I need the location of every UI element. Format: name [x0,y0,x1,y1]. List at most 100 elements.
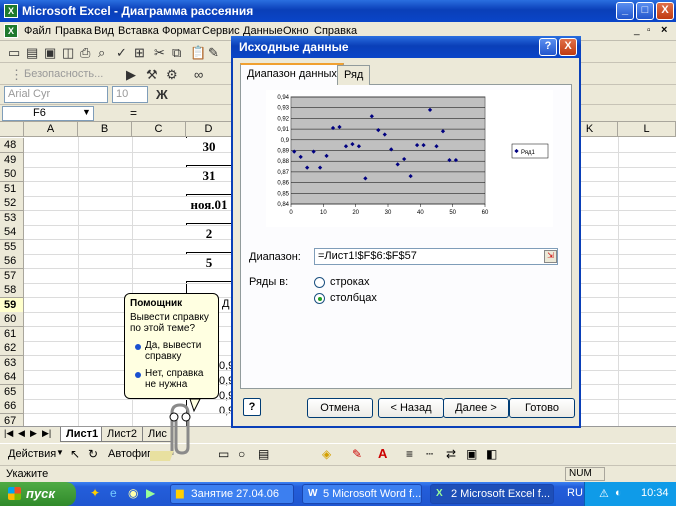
row-header[interactable]: 66 [0,399,24,414]
research-icon[interactable]: ⊞ [134,45,145,61]
taskbar-item[interactable]: 2 Microsoft Excel f... [430,484,554,504]
shadow-icon[interactable]: ▣ [466,447,477,461]
language-indicator[interactable]: RU [567,487,583,499]
row-header[interactable]: 54 [0,225,24,240]
antivirus-icon[interactable]: ⚠ [599,487,609,500]
help-icon[interactable]: ? [243,398,261,416]
3d-icon[interactable]: ◧ [486,447,497,461]
next-button[interactable]: Далее > [443,398,509,418]
cancel-button[interactable]: Отмена [307,398,373,418]
name-box[interactable]: F6 [2,106,94,121]
font-color-icon[interactable]: A [378,446,387,461]
dialog-help-button[interactable]: ? [539,38,557,56]
maximize-button[interactable]: □ [636,2,654,20]
row-header[interactable]: 53 [0,210,24,226]
preview-icon[interactable]: ⌕ [98,45,105,61]
format-painter-icon[interactable]: ✎ [208,45,219,61]
vba-editor-icon[interactable]: ⚙ [166,67,178,83]
radio-rows[interactable] [314,277,325,288]
finish-button[interactable]: Готово [509,398,575,418]
assistant-option-no[interactable]: Нет, справка не нужна [145,368,215,390]
row-header[interactable]: 67 [0,413,24,426]
menu-format[interactable]: Формат [162,25,201,37]
permission-icon[interactable]: ◫ [62,45,74,61]
security-button[interactable]: Безопасность... [24,68,103,80]
draw-actions-button[interactable]: Действия [8,448,56,460]
column-header-l[interactable]: L [618,122,676,137]
tab-data-range[interactable]: Диапазон данных [240,63,344,85]
desktop-icon[interactable]: ◉ [128,486,138,500]
menu-insert[interactable]: Вставка [118,25,159,37]
rectangle-icon[interactable]: ▭ [218,447,229,461]
workbook-icon[interactable]: X [4,24,18,38]
menu-file[interactable]: Файл [24,25,51,37]
column-header-d[interactable]: D [186,122,232,137]
back-button[interactable]: < Назад [378,398,444,418]
ie-icon[interactable]: e [110,486,117,500]
save-icon[interactable]: ▣ [44,45,56,61]
row-header[interactable]: 60 [0,312,24,327]
row-header[interactable]: 51 [0,181,24,197]
minimize-button[interactable]: _ [616,2,634,20]
arrow-style-icon[interactable]: ⇄ [446,447,456,461]
dash-style-icon[interactable]: ┄ [426,447,433,461]
row-header[interactable]: 49 [0,152,24,168]
paste-icon[interactable]: 📋 [190,45,206,61]
taskbar-item[interactable]: 5 Microsoft Word f... [302,484,422,504]
line-style-icon[interactable]: ≡ [406,447,413,461]
select-all-corner[interactable] [0,122,24,137]
column-header-c[interactable]: C [132,122,186,137]
range-input[interactable]: =Лист1!$F$6:$F$57 [314,248,558,265]
copy-icon[interactable]: ⧉ [172,45,181,61]
oval-icon[interactable]: ○ [238,447,245,461]
open-icon[interactable]: ▤ [26,45,38,61]
option-columns-label[interactable]: столбцах [330,292,377,304]
sheet-tab-2[interactable]: Лист2 [101,427,144,442]
first-sheet-icon[interactable]: |◀ [4,428,13,439]
row-header[interactable]: 65 [0,384,24,400]
cut-icon[interactable]: ✂ [154,45,165,61]
chevron-down-icon[interactable]: ▼ [56,448,64,457]
macro-record-icon[interactable]: ⚒ [146,67,158,83]
row-header[interactable]: 56 [0,254,24,269]
row-header[interactable]: 52 [0,196,24,211]
sheet-tab-1[interactable]: Лист1 [60,427,105,442]
next-sheet-icon[interactable]: ▶ [30,428,37,439]
font-size-combo[interactable]: 10 [112,86,148,103]
name-box-dropdown-icon[interactable]: ▼ [82,107,91,117]
font-name-combo[interactable]: Arial Cyr [4,86,108,103]
spelling-icon[interactable]: ✓ [116,45,127,61]
option-rows-label[interactable]: строках [330,276,369,288]
quicklaunch-icon[interactable]: ✦ [90,486,100,500]
row-header[interactable]: 58 [0,283,24,298]
row-header[interactable]: 57 [0,268,24,284]
volume-icon[interactable]: ◐ [615,487,622,499]
row-header[interactable]: 59 [0,297,24,313]
dialog-close-button[interactable]: X [559,38,577,56]
doc-close-icon[interactable]: × [661,24,667,36]
row-header[interactable]: 64 [0,370,24,385]
row-header[interactable]: 48 [0,138,24,153]
select-objects-icon[interactable]: ↖ [70,447,80,461]
menu-view[interactable]: Вид [94,25,114,37]
row-header[interactable]: 61 [0,326,24,342]
radio-columns[interactable] [314,293,325,304]
bold-icon[interactable]: Ж [156,87,168,102]
script-editor-icon[interactable]: ∞ [194,67,203,82]
collapse-dialog-icon[interactable]: ⇲ [544,250,557,263]
tab-series[interactable]: Ряд [337,65,371,85]
assistant-option-yes[interactable]: Да, вывести справку [145,340,215,362]
last-sheet-icon[interactable]: ▶| [42,428,51,439]
row-header[interactable]: 50 [0,167,24,182]
menu-edit[interactable]: Правка [55,25,92,37]
row-header[interactable]: 55 [0,239,24,255]
macro-run-icon[interactable]: ▶ [126,67,136,83]
prev-sheet-icon[interactable]: ◀ [18,428,25,439]
row-header[interactable]: 62 [0,341,24,356]
media-icon[interactable]: ▶ [146,486,155,500]
close-button[interactable]: X [656,2,674,20]
column-header-a[interactable]: A [24,122,78,137]
textbox-icon[interactable]: ▤ [258,447,269,461]
office-assistant-clippy[interactable] [150,395,210,465]
doc-restore-icon[interactable]: ▫ [647,25,651,36]
